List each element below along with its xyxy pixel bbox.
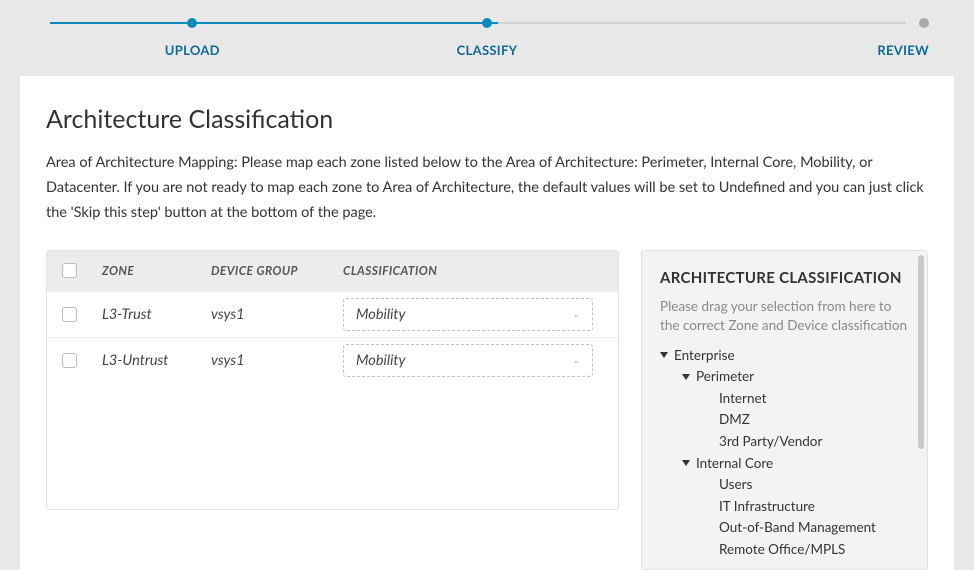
content-row: ZONE DEVICE GROUP CLASSIFICATION L3-Trus… xyxy=(46,250,928,570)
step-label: CLASSIFY xyxy=(457,42,518,58)
tree-label: Enterprise xyxy=(674,345,735,367)
step-label: UPLOAD xyxy=(165,42,220,58)
header-checkbox-cell xyxy=(60,263,102,278)
header-classification: CLASSIFICATION xyxy=(343,263,605,278)
tree-node-internal-core[interactable]: Internal Core xyxy=(682,453,913,475)
main-panel: Architecture Classification Area of Arch… xyxy=(20,76,954,570)
progress-tracker: UPLOAD CLASSIFY REVIEW xyxy=(0,0,974,58)
classification-value: Mobility xyxy=(356,306,406,323)
classification-select[interactable]: Mobility ⌄ xyxy=(343,298,593,331)
chevron-down-icon: ⌄ xyxy=(572,308,580,320)
step-review[interactable]: REVIEW xyxy=(634,18,929,58)
cell-device-group: vsys1 xyxy=(211,306,343,323)
tree-node-perimeter[interactable]: Perimeter xyxy=(682,366,913,388)
tree-leaf-remote-office-mpls[interactable]: Remote Office/MPLS xyxy=(704,539,913,561)
classification-tree: Enterprise Perimeter Internet DMZ 3rd Pa… xyxy=(660,345,913,561)
tree-leaf-users[interactable]: Users xyxy=(704,474,913,496)
caret-down-icon xyxy=(682,460,690,466)
tree-leaf-it-infrastructure[interactable]: IT Infrastructure xyxy=(704,496,913,518)
classification-value: Mobility xyxy=(356,352,406,369)
tree-leaf-out-of-band-management[interactable]: Out-of-Band Management xyxy=(704,517,913,539)
caret-down-icon xyxy=(660,352,668,358)
table-row: L3-Untrust vsys1 Mobility ⌄ xyxy=(47,337,618,383)
step-classify[interactable]: CLASSIFY xyxy=(340,18,635,58)
header-zone: ZONE xyxy=(102,263,211,278)
row-checkbox[interactable] xyxy=(62,307,77,322)
table-header-row: ZONE DEVICE GROUP CLASSIFICATION xyxy=(47,251,618,291)
zone-table: ZONE DEVICE GROUP CLASSIFICATION L3-Trus… xyxy=(46,250,619,510)
page-title: Architecture Classification xyxy=(46,104,928,134)
tree-leaf-dmz[interactable]: DMZ xyxy=(704,409,913,431)
step-upload[interactable]: UPLOAD xyxy=(45,18,340,58)
tree-label: Internal Core xyxy=(696,453,773,475)
side-panel-title: ARCHITECTURE CLASSIFICATION xyxy=(660,269,913,287)
tree-leaf-internet[interactable]: Internet xyxy=(704,388,913,410)
header-device-group: DEVICE GROUP xyxy=(211,263,343,278)
tree-node-enterprise[interactable]: Enterprise xyxy=(660,345,913,367)
caret-down-icon xyxy=(682,374,690,380)
classification-select[interactable]: Mobility ⌄ xyxy=(343,344,593,377)
row-checkbox[interactable] xyxy=(62,353,77,368)
cell-device-group: vsys1 xyxy=(211,352,343,369)
side-panel-description: Please drag your selection from here to … xyxy=(660,297,913,335)
scrollbar[interactable] xyxy=(918,255,924,449)
tree-leaf-3rd-party-vendor[interactable]: 3rd Party/Vendor xyxy=(704,431,913,453)
step-dot-classify xyxy=(482,18,492,28)
step-dot-review xyxy=(919,18,929,28)
cell-zone: L3-Untrust xyxy=(102,352,211,369)
cell-zone: L3-Trust xyxy=(102,306,211,323)
chevron-down-icon: ⌄ xyxy=(572,354,580,366)
classification-side-panel: ARCHITECTURE CLASSIFICATION Please drag … xyxy=(641,250,928,570)
tree-label: Perimeter xyxy=(696,366,754,388)
page-description: Area of Architecture Mapping: Please map… xyxy=(46,151,928,226)
select-all-checkbox[interactable] xyxy=(62,263,77,278)
step-label: REVIEW xyxy=(877,42,929,58)
step-dot-upload xyxy=(187,18,197,28)
table-row: L3-Trust vsys1 Mobility ⌄ xyxy=(47,291,618,337)
